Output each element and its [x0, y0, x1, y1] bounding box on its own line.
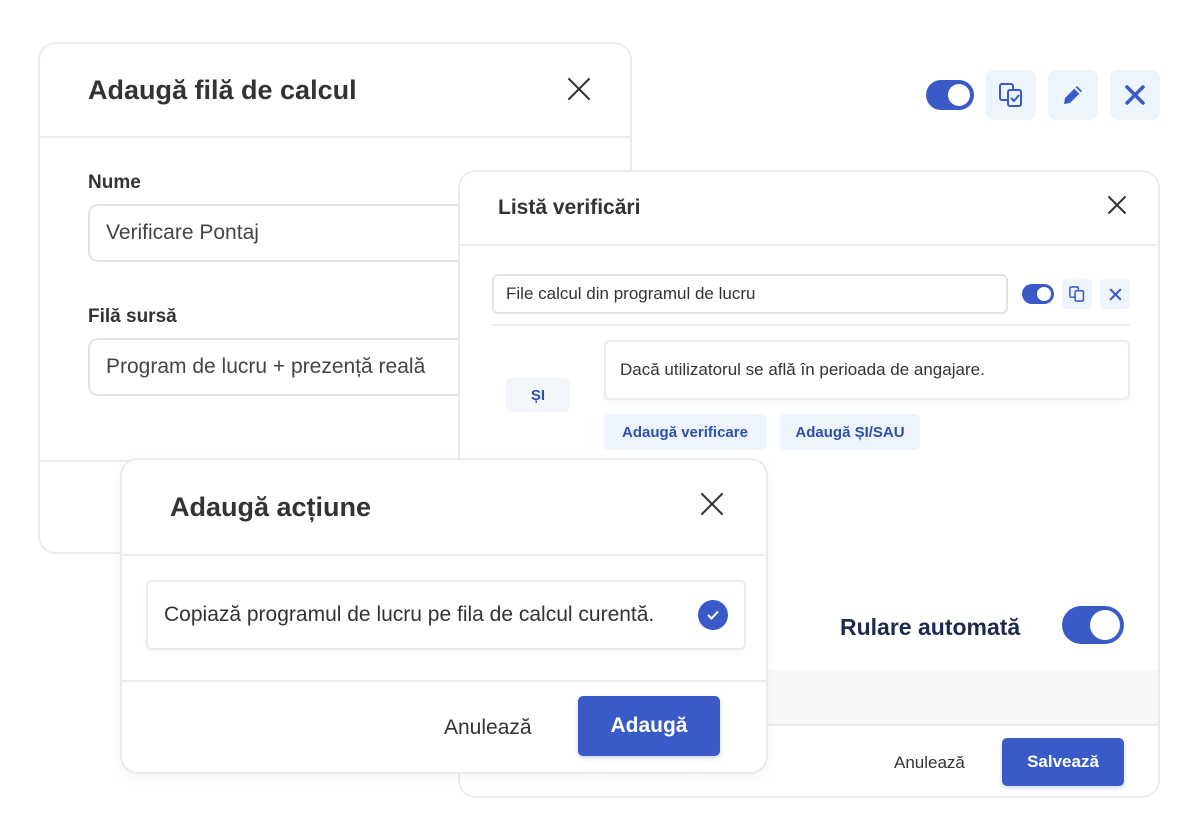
- edit-button[interactable]: [1048, 70, 1098, 120]
- divider: [492, 324, 1130, 326]
- group-toggle[interactable]: [1022, 284, 1054, 304]
- cancel-button[interactable]: Anulează: [894, 753, 965, 773]
- group-delete-button[interactable]: [1100, 279, 1130, 309]
- copy-icon: [999, 83, 1022, 107]
- close-icon[interactable]: [1104, 192, 1130, 218]
- auto-run-toggle[interactable]: [1062, 606, 1124, 644]
- toggle-knob: [1037, 287, 1051, 301]
- toggle-knob: [948, 84, 970, 106]
- enable-toggle[interactable]: [926, 80, 974, 110]
- dialog-header: Adaugă filă de calcul: [40, 44, 630, 138]
- group-copy-button[interactable]: [1062, 279, 1092, 309]
- dialog-title: Adaugă filă de calcul: [88, 75, 357, 105]
- close-icon[interactable]: [566, 76, 592, 102]
- and-badge[interactable]: ȘI: [506, 378, 570, 412]
- close-icon: [1109, 288, 1121, 300]
- check-icon: [698, 600, 728, 630]
- save-button[interactable]: Salvează: [1002, 738, 1124, 786]
- action-option[interactable]: Copiază programul de lucru pe fila de ca…: [146, 580, 746, 650]
- condition-group-input[interactable]: File calcul din programul de lucru: [492, 274, 1008, 314]
- add-button[interactable]: Adaugă: [578, 696, 720, 756]
- close-icon: [1125, 85, 1145, 105]
- divider: [122, 680, 766, 682]
- dialog-header: Adaugă acțiune: [122, 460, 766, 556]
- auto-run-label: Rulare automată: [840, 614, 1021, 640]
- toggle-knob: [1090, 610, 1120, 640]
- cancel-button[interactable]: Anulează: [444, 716, 532, 740]
- dialog-title: Listă verificări: [498, 196, 641, 219]
- dialog-title: Adaugă acțiune: [170, 492, 372, 522]
- action-option-label: Copiază programul de lucru pe fila de ca…: [164, 603, 655, 626]
- delete-button[interactable]: [1110, 70, 1160, 120]
- add-action-dialog: Adaugă acțiune Copiază programul de lucr…: [120, 458, 768, 774]
- name-label: Nume: [88, 172, 141, 193]
- close-icon[interactable]: [699, 491, 725, 517]
- pencil-icon: [1064, 86, 1082, 104]
- copy-button[interactable]: [986, 70, 1036, 120]
- copy-icon: [1069, 286, 1085, 302]
- add-and-or-button[interactable]: Adaugă ȘI/SAU: [780, 414, 920, 450]
- add-check-button[interactable]: Adaugă verificare: [604, 414, 766, 450]
- dialog-header: Listă verificări: [460, 172, 1158, 246]
- condition-item[interactable]: Dacă utilizatorul se află în perioada de…: [604, 340, 1130, 400]
- source-label: Filă sursă: [88, 306, 177, 327]
